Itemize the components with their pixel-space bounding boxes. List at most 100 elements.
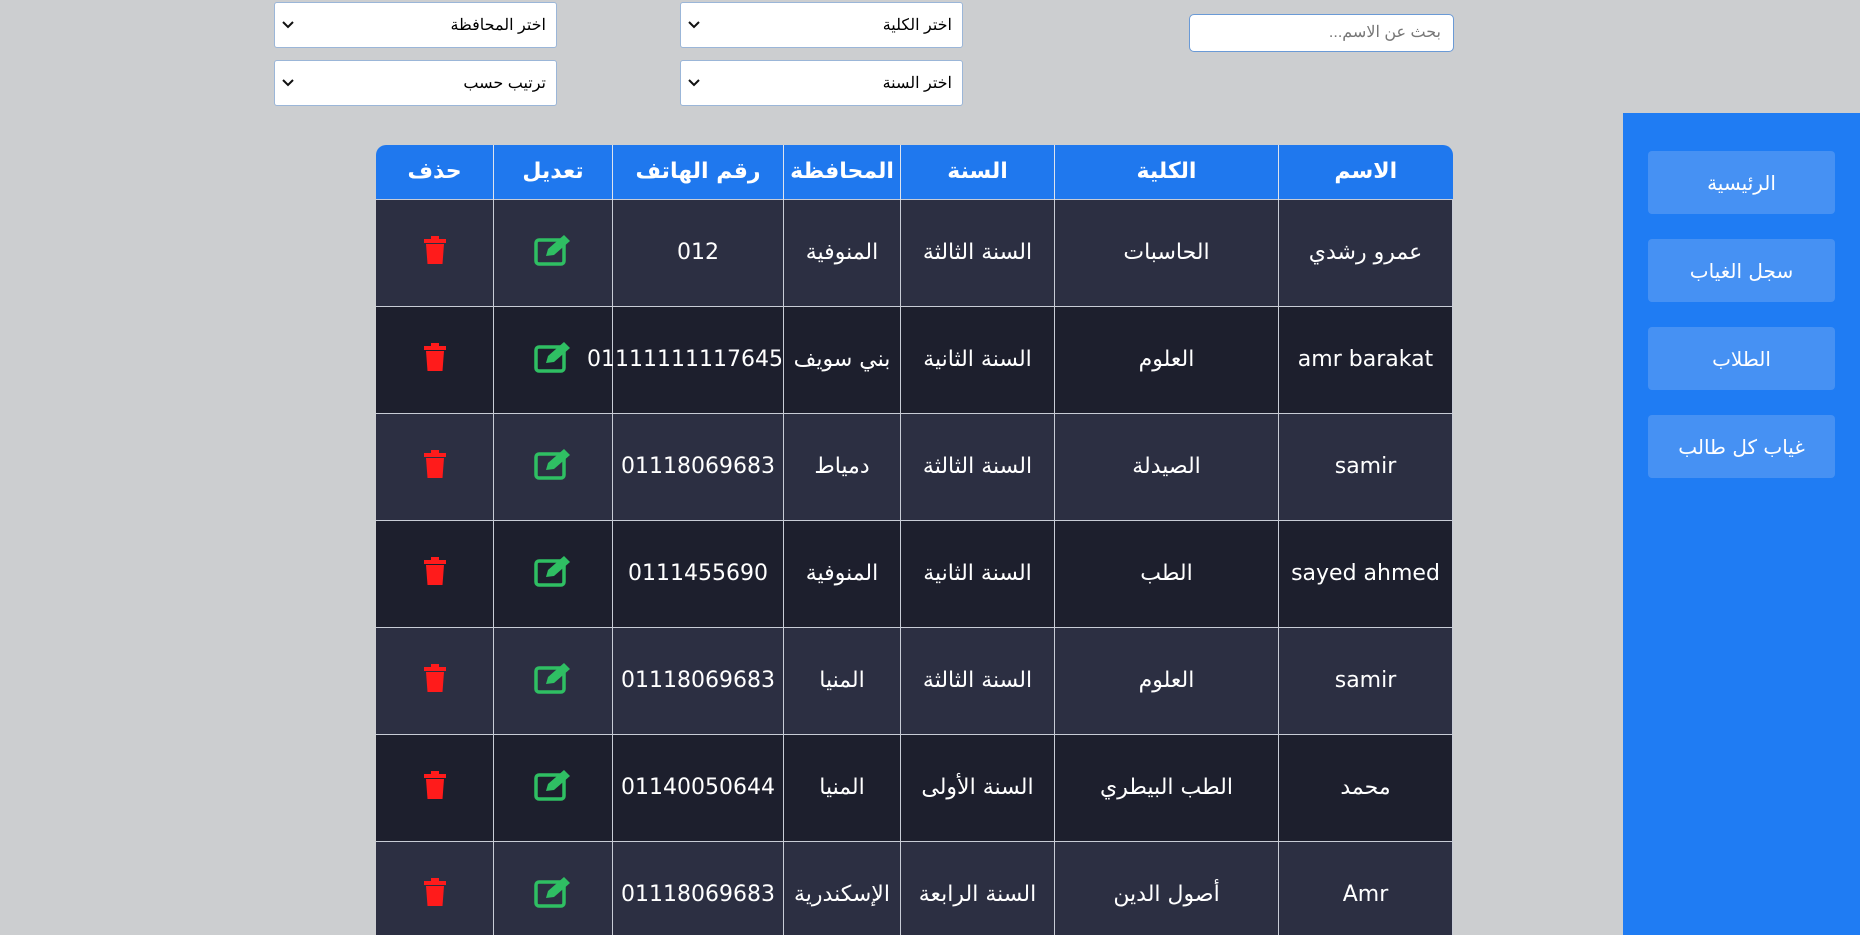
header-year[interactable]: السنة [900, 145, 1055, 199]
edit-button[interactable] [534, 876, 572, 914]
sidebar-item-home[interactable]: الرئيسية [1648, 151, 1835, 214]
cell-college: الصيدلة [1054, 412, 1279, 521]
cell-delete [376, 733, 494, 842]
edit-button[interactable] [534, 662, 572, 700]
chevron-down-icon [687, 76, 701, 90]
table-row: samir الصيدلة السنة الثالثة دمياط 011180… [376, 412, 1453, 521]
sort-select-label: ترتيب حسب [463, 75, 546, 92]
table-row: amr barakat العلوم السنة الثانية بني سوي… [376, 305, 1453, 414]
app-page: اختر الكلية اختر المحافظة اختر السنة ترت… [0, 0, 1860, 935]
sidebar-item-students[interactable]: الطلاب [1648, 327, 1835, 390]
cell-college: الطب البيطري [1054, 733, 1279, 842]
cell-delete [376, 412, 494, 521]
trash-icon [423, 449, 446, 484]
sidebar: الرئيسية سجل الغياب الطلاب غياب كل طالب [1623, 113, 1860, 935]
cell-name: عمرو رشدي [1278, 198, 1453, 307]
cell-delete [376, 519, 494, 628]
sidebar-item-label: غياب كل طالب [1678, 434, 1805, 459]
edit-button[interactable] [534, 769, 572, 807]
edit-button[interactable] [534, 234, 572, 272]
cell-college: العلوم [1054, 305, 1279, 414]
header-governorate[interactable]: المحافظة [783, 145, 901, 199]
cell-college: أصول الدين [1054, 840, 1279, 935]
cell-governorate: المنوفية [783, 519, 901, 628]
edit-square-icon [534, 448, 572, 486]
cell-governorate: دمياط [783, 412, 901, 521]
cell-delete [376, 626, 494, 735]
sidebar-item-student-absence[interactable]: غياب كل طالب [1648, 415, 1835, 478]
table-row: sayed ahmed الطب السنة الثانية المنوفية … [376, 519, 1453, 628]
cell-year: السنة الثالثة [900, 198, 1055, 307]
edit-button[interactable] [534, 448, 572, 486]
cell-phone: 01118069683 [612, 626, 784, 735]
edit-button[interactable] [534, 341, 572, 379]
table-header-row: الاسم الكلية السنة المحافظة رقم الهاتف ت… [376, 145, 1453, 199]
cell-year: السنة الثانية [900, 519, 1055, 628]
trash-icon [423, 556, 446, 591]
governorate-select-label: اختر المحافظة [450, 17, 546, 34]
year-select[interactable]: اختر السنة [680, 60, 963, 106]
delete-button[interactable] [423, 342, 446, 377]
governorate-select[interactable]: اختر المحافظة [274, 2, 557, 48]
cell-name: amr barakat [1278, 305, 1453, 414]
header-delete: حذف [376, 145, 494, 199]
cell-governorate: المنيا [783, 733, 901, 842]
trash-icon [423, 342, 446, 377]
cell-name: Amr [1278, 840, 1453, 935]
college-select[interactable]: اختر الكلية [680, 2, 963, 48]
college-select-label: اختر الكلية [882, 17, 952, 34]
delete-button[interactable] [423, 877, 446, 912]
chevron-down-icon [281, 18, 295, 32]
cell-edit [493, 840, 613, 935]
cell-edit [493, 733, 613, 842]
table-row: samir العلوم السنة الثالثة المنيا 011180… [376, 626, 1453, 735]
cell-edit [493, 198, 613, 307]
cell-phone: 01140050644 [612, 733, 784, 842]
delete-button[interactable] [423, 235, 446, 270]
students-table: الاسم الكلية السنة المحافظة رقم الهاتف ت… [376, 145, 1453, 935]
header-edit: تعديل [493, 145, 613, 199]
edit-square-icon [534, 234, 572, 272]
search-input[interactable] [1189, 14, 1454, 52]
cell-phone: 01118069683 [612, 412, 784, 521]
header-college[interactable]: الكلية [1054, 145, 1279, 199]
cell-college: العلوم [1054, 626, 1279, 735]
cell-name: samir [1278, 412, 1453, 521]
cell-year: السنة الثالثة [900, 412, 1055, 521]
delete-button[interactable] [423, 663, 446, 698]
chevron-down-icon [687, 18, 701, 32]
header-name[interactable]: الاسم [1278, 145, 1453, 199]
trash-icon [423, 235, 446, 270]
edit-square-icon [534, 876, 572, 914]
cell-year: السنة الرابعة [900, 840, 1055, 935]
cell-phone: 012 [612, 198, 784, 307]
cell-edit [493, 626, 613, 735]
cell-year: السنة الثانية [900, 305, 1055, 414]
trash-icon [423, 770, 446, 805]
edit-square-icon [534, 341, 572, 379]
delete-button[interactable] [423, 449, 446, 484]
cell-college: الطب [1054, 519, 1279, 628]
cell-governorate: بني سويف [783, 305, 901, 414]
cell-name: sayed ahmed [1278, 519, 1453, 628]
edit-square-icon [534, 769, 572, 807]
cell-edit [493, 412, 613, 521]
delete-button[interactable] [423, 556, 446, 591]
edit-square-icon [534, 662, 572, 700]
table-row: Amr أصول الدين السنة الرابعة الإسكندرية … [376, 840, 1453, 935]
chevron-down-icon [281, 76, 295, 90]
cell-year: السنة الثالثة [900, 626, 1055, 735]
cell-governorate: الإسكندرية [783, 840, 901, 935]
cell-delete [376, 198, 494, 307]
sort-select[interactable]: ترتيب حسب [274, 60, 557, 106]
students-table-container: الاسم الكلية السنة المحافظة رقم الهاتف ت… [376, 145, 1453, 935]
cell-phone: 01111111117645 [587, 305, 784, 414]
edit-button[interactable] [534, 555, 572, 593]
delete-button[interactable] [423, 770, 446, 805]
sidebar-item-absence-log[interactable]: سجل الغياب [1648, 239, 1835, 302]
edit-square-icon [534, 555, 572, 593]
header-phone[interactable]: رقم الهاتف [612, 145, 784, 199]
table-row: محمد الطب البيطري السنة الأولى المنيا 01… [376, 733, 1453, 842]
cell-delete [376, 840, 494, 935]
trash-icon [423, 663, 446, 698]
